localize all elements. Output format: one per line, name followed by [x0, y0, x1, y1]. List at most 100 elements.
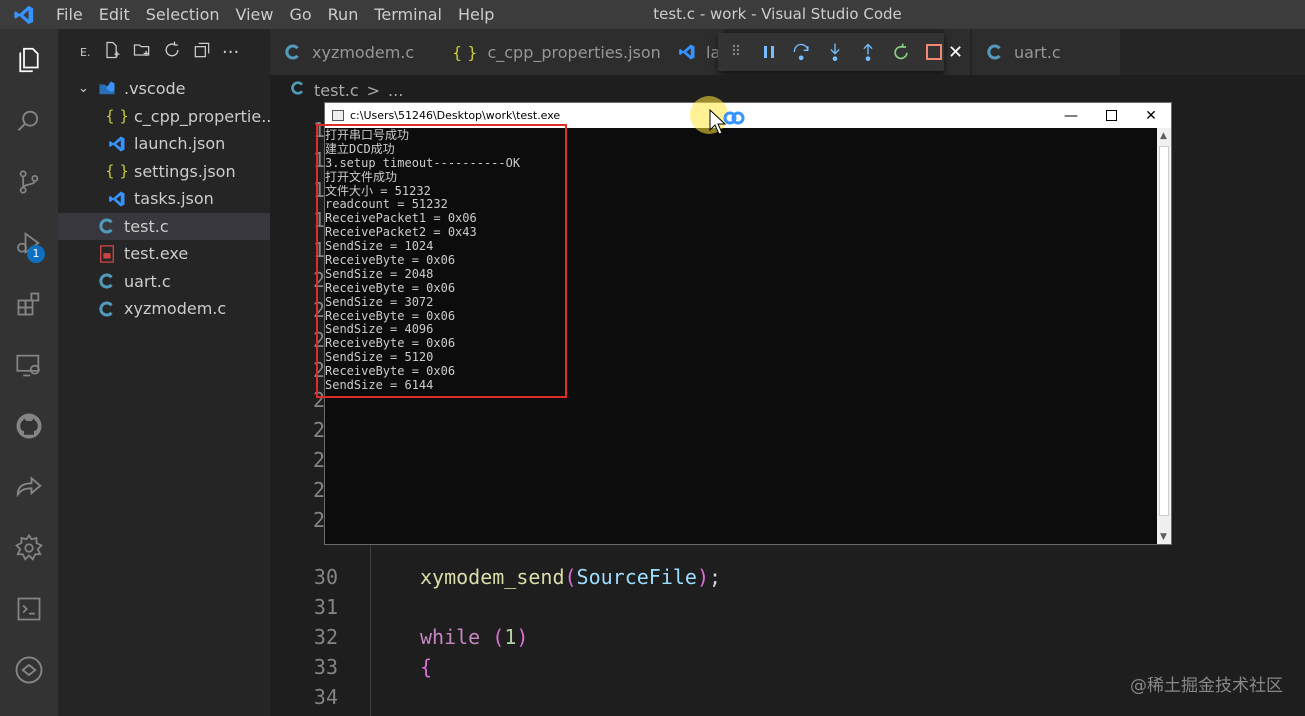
tree-item-label: settings.json	[134, 161, 236, 181]
tab-launch[interactable]: lau	[664, 29, 730, 75]
drag-handle-icon[interactable]: ⠿	[726, 42, 746, 62]
github-icon[interactable]	[0, 395, 58, 456]
console-line: ReceiveByte = 0x06	[325, 364, 456, 379]
json-file-icon: { }	[105, 107, 129, 126]
title-bar: File Edit Selection View Go Run Terminal Help t…	[0, 0, 1305, 29]
console-line: SendSize = 5120	[325, 350, 434, 365]
tree-item[interactable]: test.exe	[58, 240, 270, 268]
stop-icon[interactable]	[924, 42, 944, 62]
more-actions-icon[interactable]: ···	[222, 42, 239, 63]
menu-item-selection[interactable]: Selection	[138, 0, 228, 29]
scroll-down-icon[interactable]: ▼	[1160, 532, 1167, 542]
explorer-icon[interactable]	[0, 29, 58, 90]
restart-icon[interactable]	[891, 42, 911, 62]
refresh-icon[interactable]	[162, 40, 182, 64]
code-line: {	[420, 655, 433, 679]
step-into-icon[interactable]	[825, 42, 845, 62]
tree-item[interactable]: xyzmodem.c	[58, 295, 270, 323]
new-folder-icon[interactable]	[132, 40, 152, 64]
close-icon[interactable]: ✕	[948, 42, 963, 63]
tab-close-button[interactable]: ✕	[944, 29, 970, 75]
tree-item-label: .vscode	[124, 79, 186, 99]
menu-item-view[interactable]: View	[228, 0, 282, 29]
c-file-icon	[986, 43, 1004, 61]
console-title-bar[interactable]: c:\Users\51246\Desktop\work\test.exe — ✕	[325, 103, 1171, 128]
console-window[interactable]: c:\Users\51246\Desktop\work\test.exe — ✕…	[324, 102, 1172, 545]
line-number: 32	[313, 625, 338, 649]
new-file-icon[interactable]	[102, 40, 122, 64]
tree-item-label: test.exe	[124, 244, 189, 264]
console-line: SendSize = 4096	[325, 322, 434, 337]
console-line: ReceiveByte = 0x06	[325, 336, 456, 351]
c-file-icon	[284, 43, 302, 61]
extensions-icon[interactable]	[0, 273, 58, 334]
console-line: SendSize = 3072	[325, 294, 434, 309]
remote-explorer-icon[interactable]	[0, 334, 58, 395]
console-line: 文件大小 = 51232	[325, 183, 431, 198]
exe-file-icon	[96, 244, 118, 263]
step-out-icon[interactable]	[858, 42, 878, 62]
menu-item-run[interactable]: Run	[320, 0, 367, 29]
menu-item-edit[interactable]: Edit	[91, 0, 138, 29]
menu-item-terminal[interactable]: Terminal	[366, 0, 450, 29]
pause-icon[interactable]	[759, 42, 779, 62]
console-line: ReceiveByte = 0x06	[325, 308, 456, 323]
explorer-title: E.	[80, 45, 91, 59]
debug-toolbar: ⠿	[718, 33, 944, 71]
scroll-up-icon[interactable]: ▲	[1160, 131, 1167, 141]
code-line: while (1)	[420, 625, 529, 649]
tree-item-label: uart.c	[124, 271, 171, 291]
breadcrumb: test.c > ...	[270, 75, 1305, 105]
console-scrollbar[interactable]: ▲ ▼	[1157, 128, 1171, 544]
maximize-button[interactable]	[1091, 103, 1131, 128]
tree-item[interactable]: launch.json	[58, 130, 270, 158]
collapse-all-icon[interactable]	[192, 40, 212, 64]
terminal-icon[interactable]	[0, 578, 58, 639]
menu-item-file[interactable]: File	[48, 0, 91, 29]
close-button[interactable]: ✕	[1131, 103, 1171, 128]
console-app-icon	[332, 110, 344, 121]
source-control-icon[interactable]	[0, 151, 58, 212]
tree-item-label: tasks.json	[134, 189, 214, 209]
console-output: 打开串口号成功 建立DCD成功 3.setup timeout----------O…	[325, 128, 1157, 544]
console-line: ReceiveByte = 0x06	[325, 253, 456, 268]
docker-icon[interactable]	[0, 639, 58, 700]
scroll-thumb[interactable]	[1159, 146, 1169, 516]
tree-item[interactable]: ⌄ .vscode	[58, 75, 270, 103]
console-window-controls: — ✕	[1051, 103, 1171, 128]
tree-item[interactable]: tasks.json	[58, 185, 270, 213]
tab-xyzmodem[interactable]: xyzmodem.c	[270, 29, 438, 75]
tab-label: c_cpp_properties.json	[487, 42, 661, 62]
tree-item[interactable]: { } c_cpp_propertie...	[58, 103, 270, 131]
tab-label: uart.c	[1014, 42, 1061, 62]
minimize-button[interactable]: —	[1051, 103, 1091, 128]
json-file-icon: { }	[105, 162, 129, 181]
breadcrumb-file[interactable]: test.c	[314, 81, 359, 100]
console-line: SendSize = 1024	[325, 239, 434, 254]
menu-item-help[interactable]: Help	[450, 0, 502, 29]
live-share-icon[interactable]	[0, 456, 58, 517]
tree-item[interactable]: uart.c	[58, 268, 270, 296]
tab-c-cpp-properties[interactable]: { } c_cpp_properties.json	[438, 29, 664, 75]
console-line: ReceivePacket2 = 0x43	[325, 225, 477, 240]
settings-sync-icon[interactable]	[0, 517, 58, 578]
run-debug-icon[interactable]: 1	[0, 212, 58, 273]
console-title: c:\Users\51246\Desktop\work\test.exe	[350, 109, 561, 122]
step-over-icon[interactable]	[792, 42, 812, 62]
tree-item[interactable]: { } settings.json	[58, 158, 270, 186]
code-line: xymodem_send(SourceFile);	[420, 565, 722, 589]
watermark: @稀土掘金技术社区	[1130, 676, 1283, 696]
console-line: ReceiveByte = 0x06	[325, 280, 456, 295]
file-tree: ⌄ .vscode { } c_cpp_propertie... launch.json…	[58, 75, 270, 323]
tree-item[interactable]: test.c	[58, 212, 270, 240]
debug-badge: 1	[27, 245, 45, 263]
tree-item-label: c_cpp_propertie...	[134, 106, 270, 126]
breadcrumb-rest[interactable]: ...	[388, 81, 403, 100]
search-icon[interactable]	[0, 90, 58, 151]
tree-item-label: xyzmodem.c	[124, 299, 227, 319]
breadcrumb-separator: >	[366, 80, 381, 100]
tab-uart[interactable]: uart.c	[972, 29, 1120, 75]
c-file-icon	[96, 217, 118, 235]
line-number: 31	[313, 595, 338, 619]
menu-item-go[interactable]: Go	[281, 0, 319, 29]
